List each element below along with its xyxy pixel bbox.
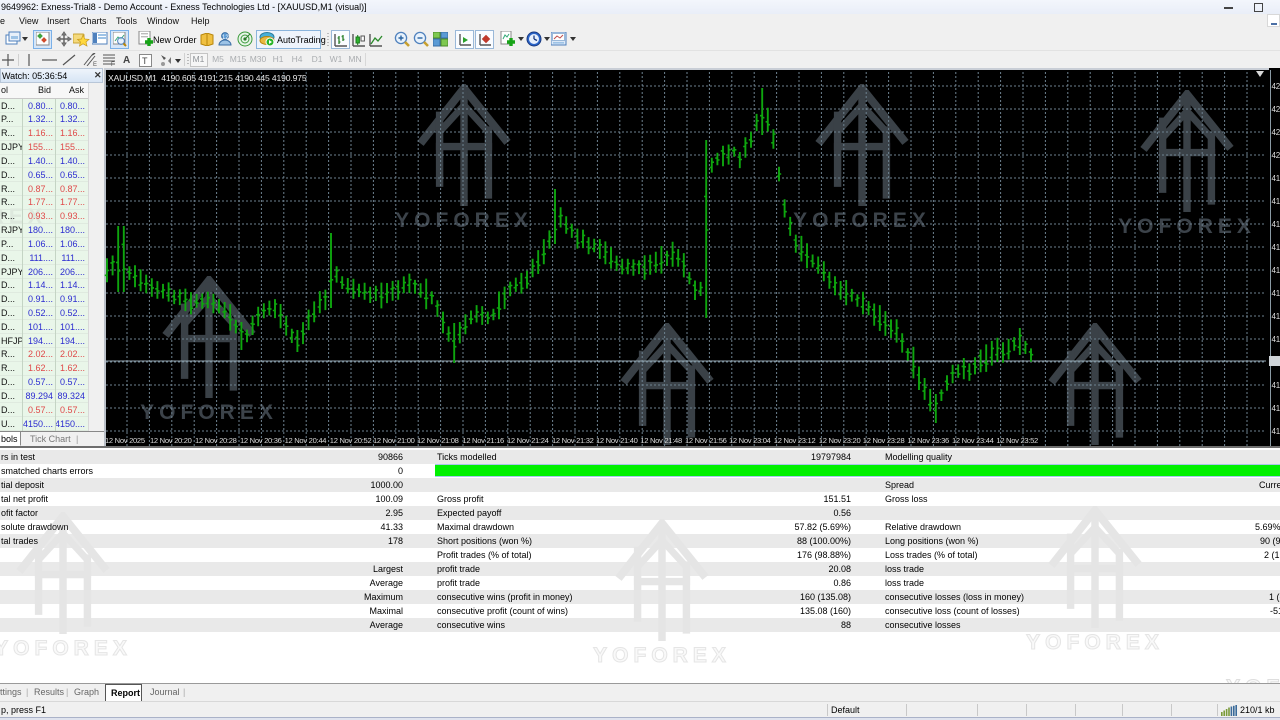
svg-text:F: F	[111, 62, 115, 66]
svg-text:T: T	[142, 56, 148, 66]
svg-text:E: E	[93, 62, 97, 66]
svg-text:12: 12	[222, 35, 229, 41]
